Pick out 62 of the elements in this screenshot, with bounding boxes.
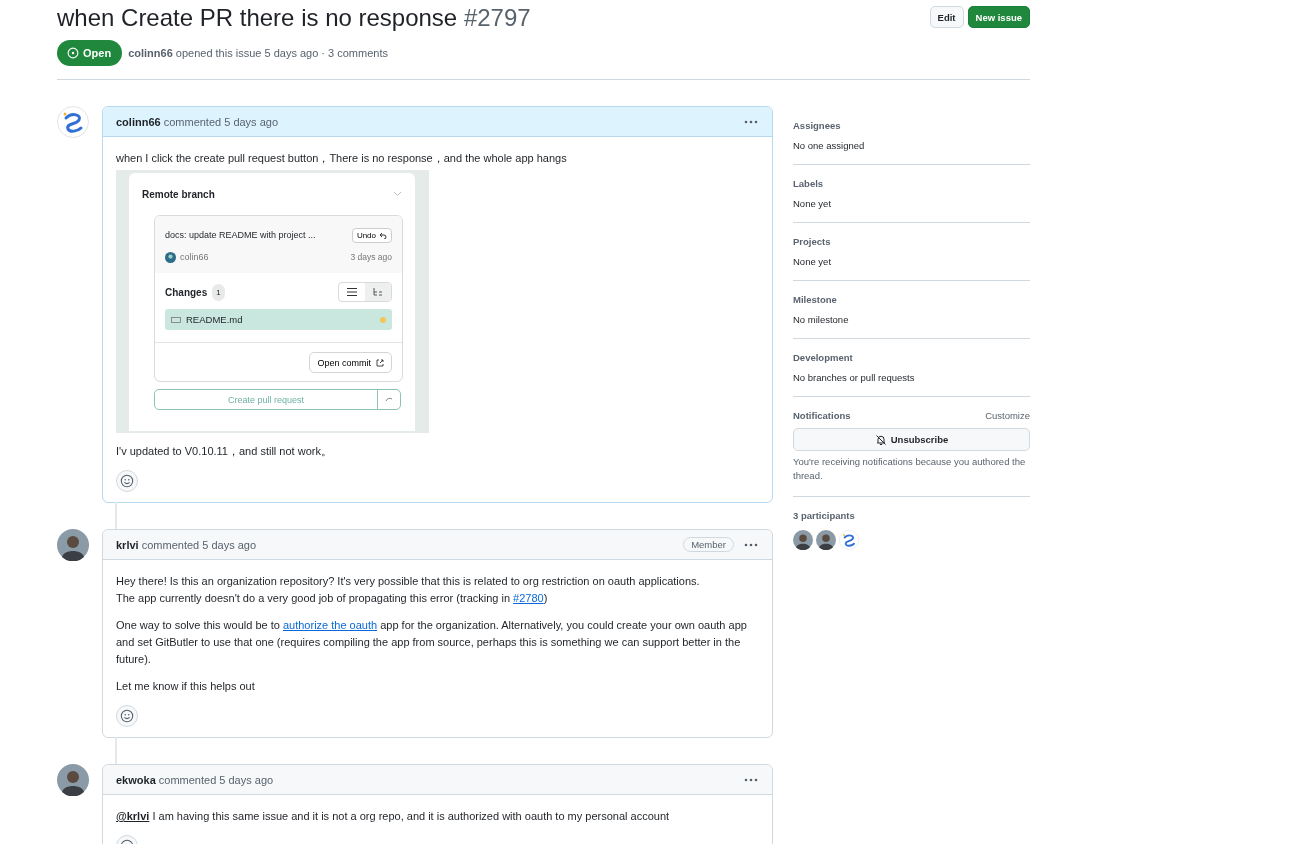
smiley-icon — [120, 474, 134, 488]
sidebar-heading[interactable]: Development — [793, 352, 1030, 363]
issue-title: when Create PR there is no response #2797 — [57, 4, 531, 32]
undo-button[interactable]: Undo — [351, 227, 392, 243]
more-options-icon[interactable] — [744, 542, 758, 547]
sidebar-heading[interactable]: Labels — [793, 178, 1030, 189]
sidebar-value: None yet — [793, 198, 833, 209]
panel-title: Remote branch — [142, 187, 215, 202]
commit-time: 3 days ago — [350, 250, 392, 264]
comment-text: @krlvi I am having this same issue and it is not a org repo, and it is authorized with oauth to my personal account — [116, 809, 671, 824]
issue-open-icon — [67, 47, 79, 59]
link[interactable]: #2780 — [513, 592, 544, 604]
edit-button[interactable]: Edit — [929, 6, 964, 28]
comment-author: ekwoka commented 5 days ago — [116, 773, 274, 786]
sidebar-heading[interactable]: Milestone — [793, 294, 1030, 305]
file-icon — [171, 316, 181, 323]
sidebar-heading: Notifications — [793, 410, 851, 421]
sidebar-heading[interactable]: Assignees — [793, 120, 1030, 131]
avatar[interactable] — [57, 764, 89, 796]
link[interactable]: authorize the oauth — [282, 619, 378, 631]
commit-author: colin66 — [180, 250, 209, 264]
customize-link[interactable]: Customize — [985, 410, 1030, 421]
open-commit-button[interactable]: Open commit — [309, 352, 392, 373]
status-dot-icon — [380, 316, 386, 323]
sidebar-value: No one assigned — [793, 140, 866, 151]
undo-icon — [379, 231, 387, 239]
changes-count: 1 — [212, 283, 225, 301]
changes-label: Changes — [165, 285, 208, 300]
sidebar-heading[interactable]: Projects — [793, 236, 1030, 247]
new-issue-button[interactable]: New issue — [967, 6, 1030, 28]
avatar[interactable] — [793, 530, 813, 550]
comment-text: when I click the create pull request button，There is no response，and the whole app hangs — [116, 151, 568, 166]
comment-author: colinn66 commented 5 days ago — [116, 115, 279, 128]
unsubscribe-button[interactable]: Unsubscribe — [793, 428, 1030, 451]
avatar[interactable] — [57, 106, 89, 138]
issue-state-badge: Open — [57, 40, 123, 66]
chevron-icon — [393, 191, 402, 197]
avatar[interactable] — [57, 529, 89, 561]
comment-text: One way to solve this would be to authorize the oauth app for the organization. Alternatively, you could create your own oauth app and set GitButler to use that one (requires compiling the app from source, perhaps this is something we can support better in the future). — [116, 618, 748, 667]
commit-message: docs: update README with project ... — [165, 228, 316, 242]
sidebar-value: No branches or pull requests — [793, 372, 916, 383]
more-options-icon[interactable] — [744, 119, 758, 124]
external-link-icon — [376, 358, 384, 367]
add-reaction-button[interactable] — [116, 470, 138, 492]
avatar — [165, 251, 176, 263]
comment-text: Hey there! Is this an organization repository? It's very possible that this is related to org restriction on oauth applications. The app currently doesn't do a very good job of propagating this error (tracking in #2780) — [116, 574, 701, 606]
comment-text: I'v updated to V0.10.11，and still not work。 — [116, 444, 333, 459]
notification-note: You're receiving notifications because you authored the thread. — [793, 455, 1027, 483]
avatar[interactable] — [839, 530, 859, 550]
bell-slash-icon — [874, 433, 887, 446]
more-options-icon[interactable] — [744, 777, 758, 782]
user-mention[interactable]: @krlvi — [116, 810, 150, 822]
sidebar-heading: 3 participants — [793, 510, 856, 521]
comment-author: krlvi commented 5 days ago — [116, 538, 257, 551]
add-reaction-button[interactable] — [116, 705, 138, 727]
file-row[interactable]: README.md — [165, 309, 392, 330]
comment-text: Let me know if this helps out — [116, 679, 256, 694]
avatar[interactable] — [816, 530, 836, 550]
sidebar-value: No milestone — [793, 314, 850, 325]
smiley-icon — [120, 709, 134, 723]
sidebar-value: None yet — [793, 256, 833, 267]
issue-meta: colinn66 opened this issue 5 days ago · 3 comments — [128, 47, 388, 59]
